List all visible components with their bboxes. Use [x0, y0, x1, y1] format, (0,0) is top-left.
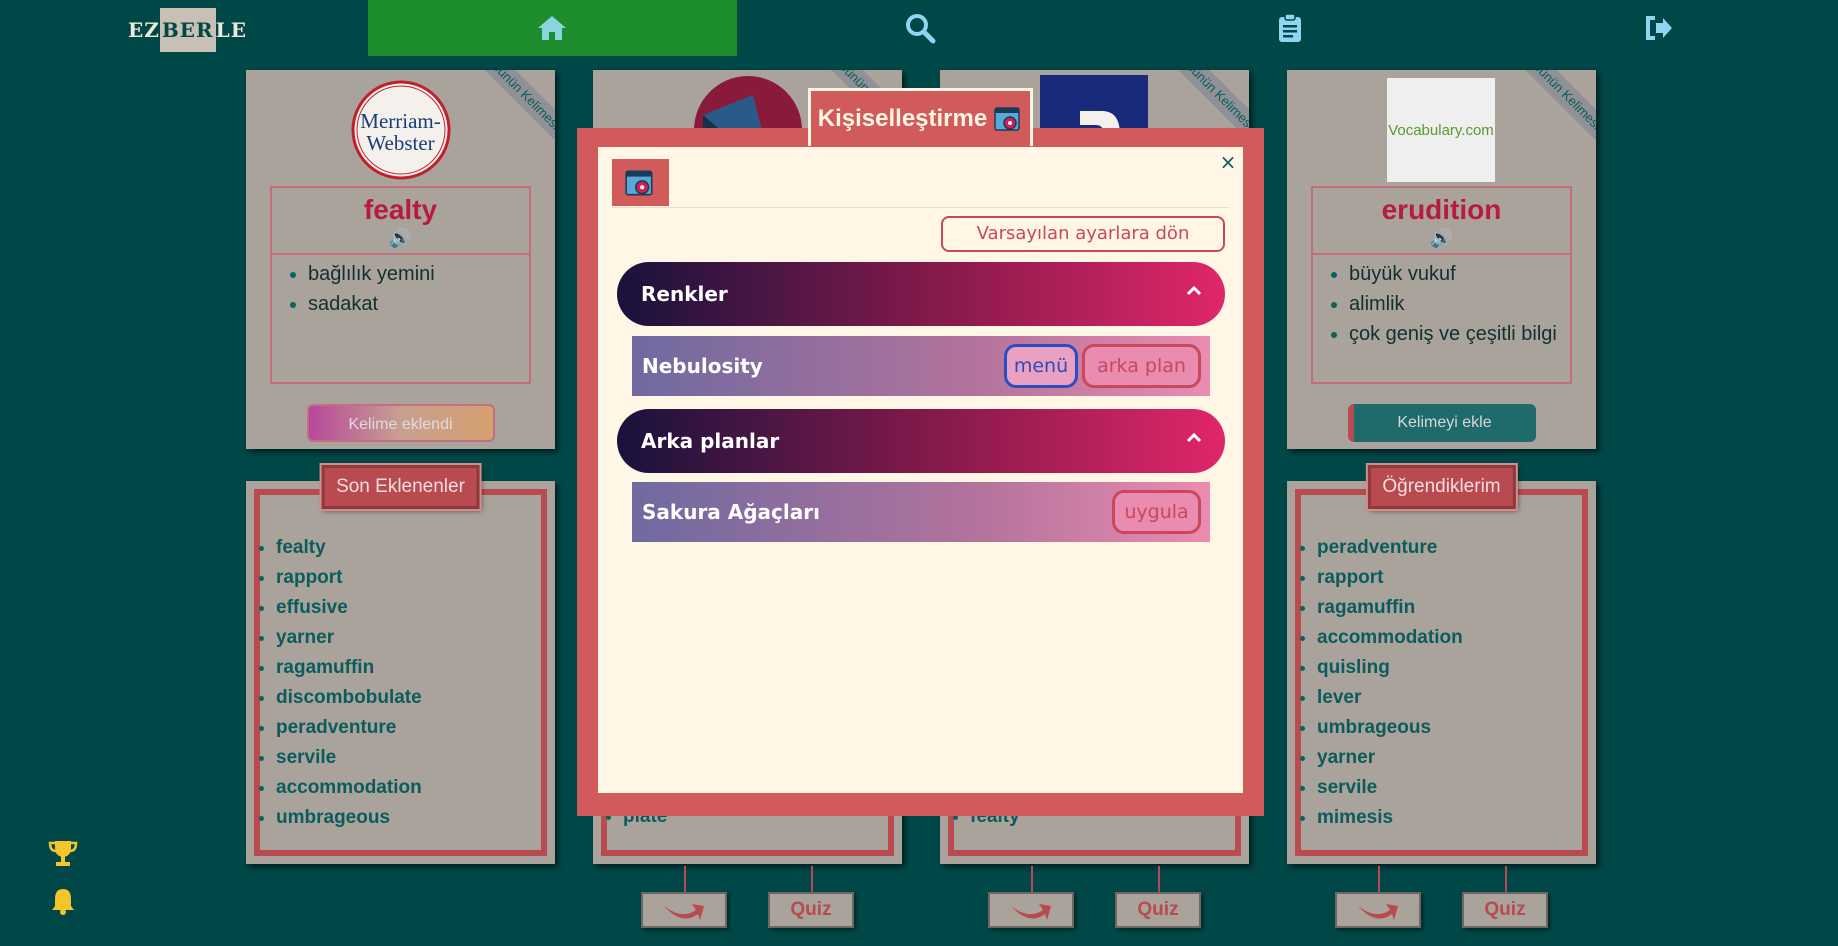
list-item[interactable]: peradventure — [276, 713, 422, 743]
list-item[interactable]: umbrageous — [1317, 713, 1463, 743]
list-item[interactable]: umbrageous — [276, 803, 422, 833]
panel-title: Son Eklenenler — [319, 463, 482, 511]
learned-words-panel: Öğrendiklerim peradventure rapport ragam… — [1287, 463, 1596, 864]
list-item[interactable]: servile — [1317, 773, 1463, 803]
add-word-button[interactable]: Kelimeyi ekle — [1347, 404, 1536, 442]
word-of-day-ribbon: Günün Kelimesi — [1515, 70, 1596, 146]
theme-name: Nebulosity — [642, 354, 763, 378]
logo-part-left: EZ — [128, 18, 160, 42]
list-item[interactable]: discombobulate — [276, 683, 422, 713]
word-box: erudition 🔊 büyük vukuf alimlik çok geni… — [1311, 186, 1572, 384]
swipe-arrow-icon — [1011, 904, 1051, 920]
apply-menu-button[interactable]: menü — [1004, 344, 1078, 388]
settings-window-icon — [994, 106, 1020, 131]
modal-title: Kişiselleştirme — [817, 104, 988, 132]
list-item[interactable]: accommodation — [1317, 623, 1463, 653]
word-added-button[interactable]: Kelime eklendi — [306, 404, 495, 442]
bell-icon[interactable] — [48, 886, 78, 916]
word-title: erudition — [1381, 194, 1502, 225]
definition-list: büyük vukuf alimlik çok geniş ve çeşitli… — [1313, 253, 1570, 375]
chevron-up-icon — [1186, 285, 1202, 296]
chevron-up-icon — [1186, 432, 1202, 443]
list-item[interactable]: accommodation — [276, 773, 422, 803]
accordion-title: Renkler — [641, 282, 728, 306]
theme-row: Nebulosity menü arka plan — [632, 336, 1210, 396]
definition-list: bağlılık yemini sadakat — [272, 253, 529, 375]
learned-words-list: peradventure rapport ragamuffin accommod… — [1317, 533, 1463, 833]
swipe-button[interactable] — [641, 892, 727, 928]
colors-accordion-header[interactable]: Renkler — [617, 262, 1225, 326]
trophy-icon[interactable] — [48, 838, 78, 868]
list-item[interactable]: quisling — [1317, 653, 1463, 683]
modal-title-tab: Kişiselleştirme — [808, 88, 1033, 146]
list-item[interactable]: lever — [1317, 683, 1463, 713]
merriam-logo-text: Merriam- Webster — [246, 110, 555, 154]
recent-words-list: fealty rapport effusive yarner ragamuffi… — [276, 533, 422, 833]
divider — [612, 207, 1229, 208]
quiz-button[interactable]: Quiz — [1115, 892, 1201, 928]
word-of-day-card-merriam: Günün Kelimesi Merriam- Webster fealty 🔊… — [246, 70, 555, 449]
swipe-button[interactable] — [1335, 892, 1421, 928]
settings-tab[interactable] — [612, 159, 669, 206]
accordion-title: Arka planlar — [641, 429, 780, 453]
backgrounds-accordion-header[interactable]: Arka planlar — [617, 409, 1225, 473]
swipe-arrow-icon — [1358, 904, 1398, 920]
word-of-day-card-vocabulary: Günün Kelimesi Vocabulary.com erudition … — [1287, 70, 1596, 449]
speaker-icon[interactable]: 🔊 — [272, 226, 529, 253]
vocabulary-logo: Vocabulary.com — [1387, 78, 1495, 182]
list-item[interactable]: peradventure — [1317, 533, 1463, 563]
reset-defaults-button[interactable]: Varsayılan ayarlara dön — [941, 216, 1225, 252]
logo-text-line-2: Webster — [366, 131, 435, 155]
list-item[interactable]: yarner — [1317, 743, 1463, 773]
clipboard-icon[interactable] — [1274, 12, 1306, 44]
search-icon[interactable] — [904, 12, 936, 44]
list-item[interactable]: mimesis — [1317, 803, 1463, 833]
list-item[interactable]: rapport — [276, 563, 422, 593]
list-item[interactable]: fealty — [276, 533, 422, 563]
logo-text-line-1: Merriam- — [360, 109, 441, 133]
apply-background-button[interactable]: arka plan — [1082, 344, 1201, 388]
definition-item: büyük vukuf — [1349, 259, 1560, 289]
nav-home-button[interactable] — [368, 0, 737, 56]
swipe-arrow-icon — [664, 904, 704, 920]
background-row: Sakura Ağaçları uygula — [632, 482, 1210, 542]
sign-out-icon[interactable] — [1642, 12, 1674, 44]
list-item[interactable]: effusive — [276, 593, 422, 623]
home-icon — [538, 16, 566, 40]
settings-window-icon — [625, 170, 653, 196]
swipe-button[interactable] — [988, 892, 1074, 928]
close-icon[interactable]: × — [1218, 150, 1238, 174]
list-item[interactable]: ragamuffin — [1317, 593, 1463, 623]
background-name: Sakura Ağaçları — [642, 500, 820, 524]
recent-words-panel: Son Eklenenler fealty rapport effusive y… — [246, 463, 555, 864]
word-title: fealty — [363, 194, 438, 225]
quiz-button[interactable]: Quiz — [1462, 892, 1548, 928]
logo-part-right: LE — [215, 18, 247, 42]
top-nav: EZ BER LE — [0, 0, 1838, 56]
app-logo[interactable]: EZ BER LE — [128, 8, 247, 52]
list-item[interactable]: yarner — [276, 623, 422, 653]
speaker-icon[interactable]: 🔊 — [1313, 226, 1570, 253]
definition-item: çok geniş ve çeşitli bilgi — [1349, 319, 1560, 349]
logo-part-mid: BER — [159, 8, 216, 52]
definition-item: alimlik — [1349, 289, 1560, 319]
definition-item: bağlılık yemini — [308, 259, 519, 289]
panel-title: Öğrendiklerim — [1365, 463, 1518, 511]
list-item[interactable]: rapport — [1317, 563, 1463, 593]
word-box: fealty 🔊 bağlılık yemini sadakat — [270, 186, 531, 384]
apply-button[interactable]: uygula — [1112, 490, 1201, 534]
quiz-button[interactable]: Quiz — [768, 892, 854, 928]
list-item[interactable]: servile — [276, 743, 422, 773]
definition-item: sadakat — [308, 289, 519, 319]
list-item[interactable]: ragamuffin — [276, 653, 422, 683]
